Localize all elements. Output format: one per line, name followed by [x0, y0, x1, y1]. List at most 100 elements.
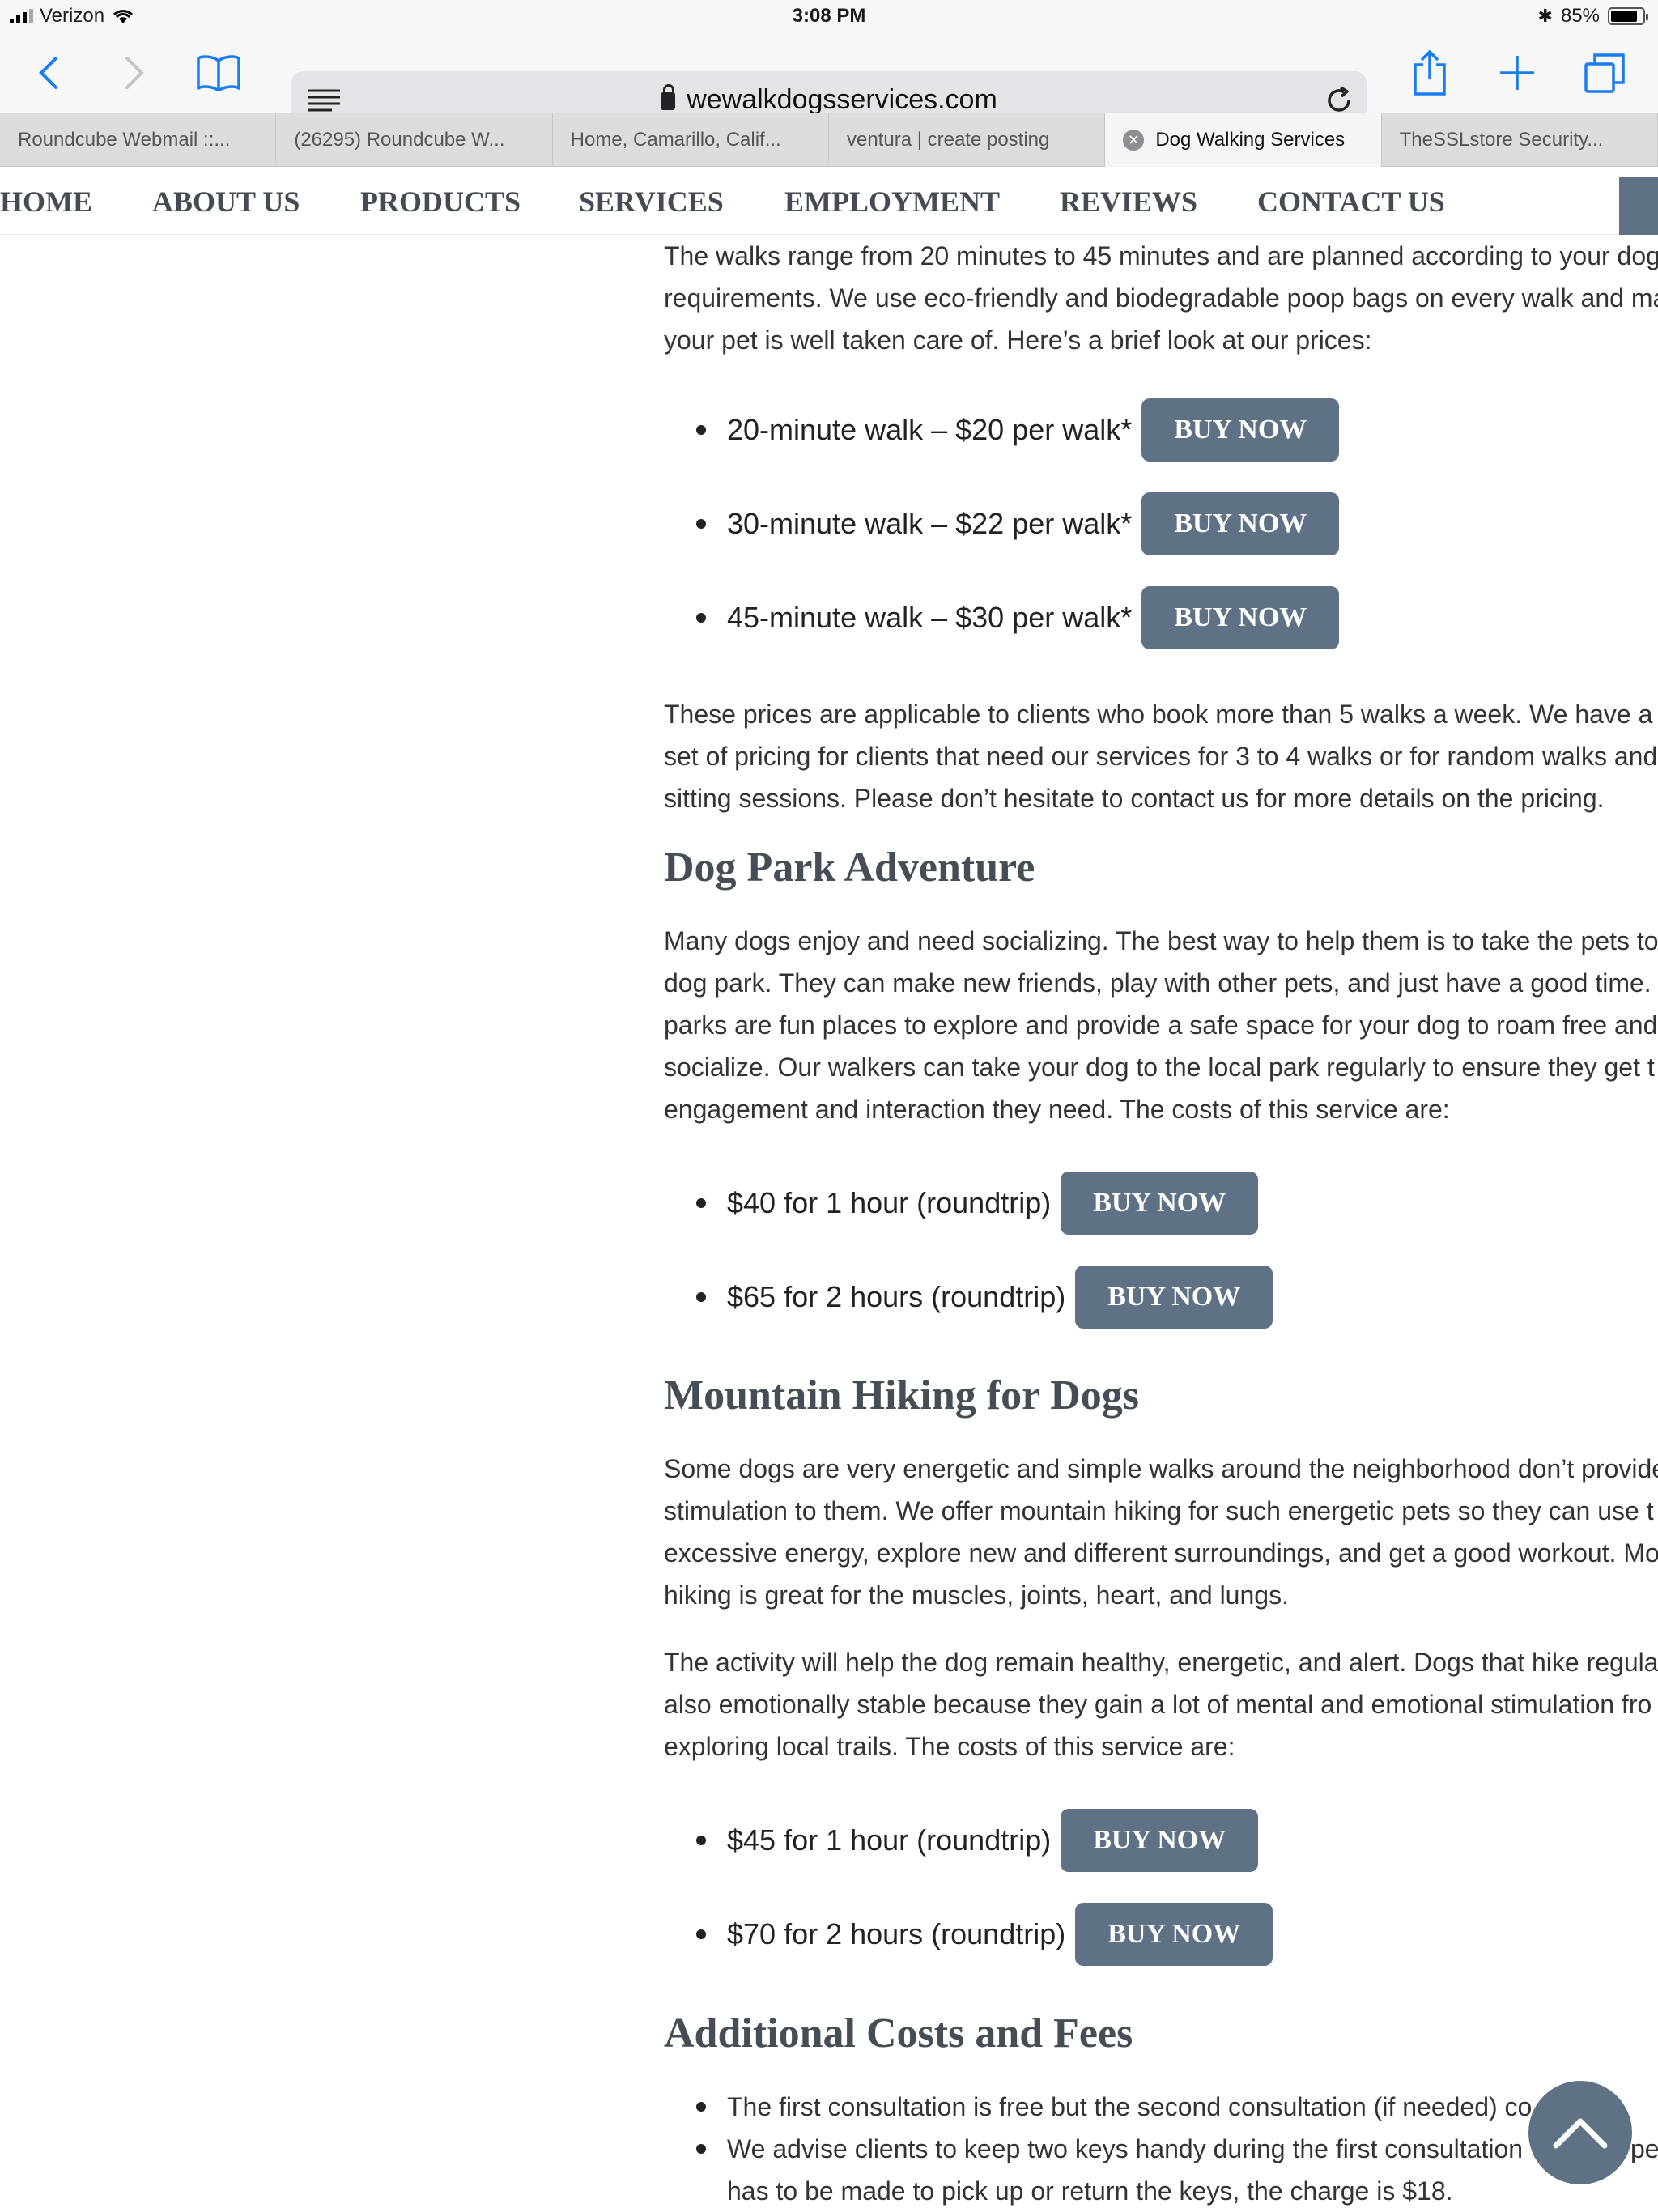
site-nav: HOME ABOUT US PRODUCTS SERVICES EMPLOYME… — [0, 167, 1658, 235]
list-item: 30-minute walk – $22 per walk* BUY NOW — [696, 492, 1340, 555]
text-line: The walks range from 20 minutes to 45 mi… — [664, 241, 1658, 270]
status-time: 3:08 PM — [792, 5, 866, 27]
tab-close-icon[interactable]: ✕ — [1123, 130, 1145, 151]
text-line: also emotionally stable because they gai… — [664, 1690, 1652, 1719]
text-line: The activity will help the dog remain he… — [664, 1648, 1658, 1677]
text-line: socialize. Our walkers can take your dog… — [664, 1053, 1655, 1082]
text-fragment: pe — [1630, 2134, 1658, 2163]
bullet — [696, 2102, 706, 2112]
tab-label: TheSSLstore Security... — [1399, 129, 1604, 151]
price-label: 45-minute walk – $30 per walk* — [727, 601, 1133, 634]
text-line: The first consultation is free but the s… — [727, 2092, 1533, 2121]
text-line: engagement and interaction they need. Th… — [664, 1095, 1450, 1124]
nav-employment[interactable]: EMPLOYMENT — [784, 185, 1000, 219]
text-line: dog park. They can make new friends, pla… — [664, 968, 1652, 998]
tab-dog-walking-services[interactable]: ✕ Dog Walking Services — [1105, 113, 1382, 167]
list-item: $65 for 2 hours (roundtrip) BUY NOW — [696, 1266, 1273, 1329]
list-item: 45-minute walk – $30 per walk* BUY NOW — [696, 586, 1340, 649]
text-line: stimulation to them. We offer mountain h… — [664, 1496, 1654, 1525]
text-line: sitting sessions. Please don’t hesitate … — [664, 784, 1605, 813]
tab-sslstore[interactable]: TheSSLstore Security... — [1382, 113, 1658, 167]
text-line: These prices are applicable to clients w… — [664, 700, 1653, 729]
bullet — [696, 1836, 706, 1845]
nav-cutoff-button[interactable] — [1619, 177, 1658, 235]
buy-now-button[interactable]: BUY NOW — [1061, 1809, 1259, 1872]
buy-now-button[interactable]: BUY NOW — [1061, 1172, 1259, 1235]
bullet — [696, 2144, 706, 2154]
nav-services[interactable]: SERVICES — [579, 185, 724, 219]
tab-roundcube-2[interactable]: (26295) Roundcube W... — [276, 113, 553, 167]
buy-now-button[interactable]: BUY NOW — [1141, 492, 1340, 555]
tabs-overview-icon[interactable] — [1580, 49, 1629, 97]
walks-intro: The walks range from 20 minutes to 45 mi… — [664, 235, 1658, 361]
text-line: Many dogs enjoy and need socializing. Th… — [664, 926, 1658, 955]
battery-icon — [1608, 7, 1648, 25]
text-line: excessive energy, explore new and differ… — [664, 1538, 1658, 1568]
buy-now-button[interactable]: BUY NOW — [1141, 398, 1340, 462]
text-line: hiking is great for the muscles, joints,… — [664, 1580, 1289, 1610]
lock-icon — [661, 84, 676, 110]
browser-toolbar: wewalkdogsservices.com — [0, 32, 1658, 130]
walks-note: These prices are applicable to clients w… — [664, 693, 1657, 819]
nav-about-us[interactable]: ABOUT US — [152, 185, 300, 219]
section-heading-additional-fees: Additional Costs and Fees — [664, 2010, 1133, 2057]
share-icon[interactable] — [1405, 49, 1454, 97]
bluetooth-icon: ✱ — [1537, 6, 1553, 26]
status-bar: Verizon 3:08 PM ✱ 85% — [0, 0, 1658, 32]
buy-now-button[interactable]: BUY NOW — [1141, 586, 1340, 649]
price-label: 20-minute walk – $20 per walk* — [727, 413, 1133, 446]
text-line: requirements. We use eco-friendly and bi… — [664, 283, 1658, 313]
buy-now-button[interactable]: BUY NOW — [1075, 1903, 1273, 1966]
hiking-body-1: Some dogs are very energetic and simple … — [664, 1448, 1658, 1616]
bullet — [696, 613, 706, 623]
status-right: ✱ 85% — [1537, 5, 1648, 28]
nav-contact-us[interactable]: CONTACT US — [1257, 185, 1445, 219]
battery-percent: 85% — [1560, 5, 1600, 27]
nav-products[interactable]: PRODUCTS — [360, 185, 521, 219]
text-line: has to be made to pick up or return the … — [727, 2176, 1453, 2206]
url-label: wewalkdogsservices.com — [687, 84, 997, 115]
tab-label: Roundcube Webmail ::... — [18, 129, 231, 151]
tab-roundcube-webmail[interactable]: Roundcube Webmail ::... — [0, 113, 277, 167]
tab-ventura-posting[interactable]: ventura | create posting — [829, 113, 1106, 167]
price-label: $45 for 1 hour (roundtrip) — [727, 1823, 1052, 1857]
tab-label: (26295) Roundcube W... — [294, 129, 505, 151]
forward-icon[interactable] — [110, 49, 159, 97]
chevron-up-icon — [1553, 2118, 1608, 2149]
text-line: parks are fun places to explore and prov… — [664, 1010, 1658, 1040]
list-item: $40 for 1 hour (roundtrip) BUY NOW — [696, 1172, 1259, 1235]
new-tab-icon[interactable] — [1493, 49, 1541, 97]
bullet — [696, 1198, 706, 1208]
bookmarks-icon[interactable] — [194, 49, 243, 97]
hiking-body-2: The activity will help the dog remain he… — [664, 1641, 1658, 1767]
price-label: $40 for 1 hour (roundtrip) — [727, 1186, 1052, 1219]
list-item: We advise clients to keep two keys handy… — [696, 2128, 1523, 2212]
tab-label: Dog Walking Services — [1155, 129, 1346, 151]
list-item: $45 for 1 hour (roundtrip) BUY NOW — [696, 1809, 1259, 1872]
text-line: We advise clients to keep two keys handy… — [727, 2134, 1524, 2163]
bullet — [696, 425, 706, 435]
bullet — [696, 519, 706, 529]
list-item: The first consultation is free but the s… — [696, 2086, 1532, 2128]
section-heading-mountain-hiking: Mountain Hiking for Dogs — [664, 1372, 1140, 1419]
park-body: Many dogs enjoy and need socializing. Th… — [664, 920, 1658, 1130]
text-line: set of pricing for clients that need our… — [664, 742, 1658, 771]
bullet — [696, 1929, 706, 1939]
text-line: Some dogs are very energetic and simple … — [664, 1454, 1658, 1483]
list-item: $70 for 2 hours (roundtrip) BUY NOW — [696, 1903, 1273, 1966]
tab-home-camarillo[interactable]: Home, Camarillo, Calif... — [553, 113, 829, 167]
scroll-to-top-button[interactable] — [1528, 2081, 1632, 2184]
section-heading-dog-park: Dog Park Adventure — [664, 844, 1035, 891]
list-item: 20-minute walk – $20 per walk* BUY NOW — [696, 398, 1340, 462]
url-text: wewalkdogsservices.com — [291, 84, 1367, 116]
tab-label: Home, Camarillo, Calif... — [570, 129, 781, 151]
price-label: $70 for 2 hours (roundtrip) — [727, 1917, 1066, 1950]
nav-reviews[interactable]: REVIEWS — [1060, 185, 1197, 219]
text-line: exploring local trails. The costs of thi… — [664, 1732, 1235, 1761]
tab-strip: Roundcube Webmail ::... (26295) Roundcub… — [0, 113, 1658, 167]
tab-label: ventura | create posting — [846, 129, 1050, 151]
text-line: your pet is well taken care of. Here’s a… — [664, 325, 1372, 355]
nav-home[interactable]: HOME — [0, 185, 92, 219]
back-icon[interactable] — [24, 49, 73, 97]
buy-now-button[interactable]: BUY NOW — [1075, 1266, 1273, 1329]
